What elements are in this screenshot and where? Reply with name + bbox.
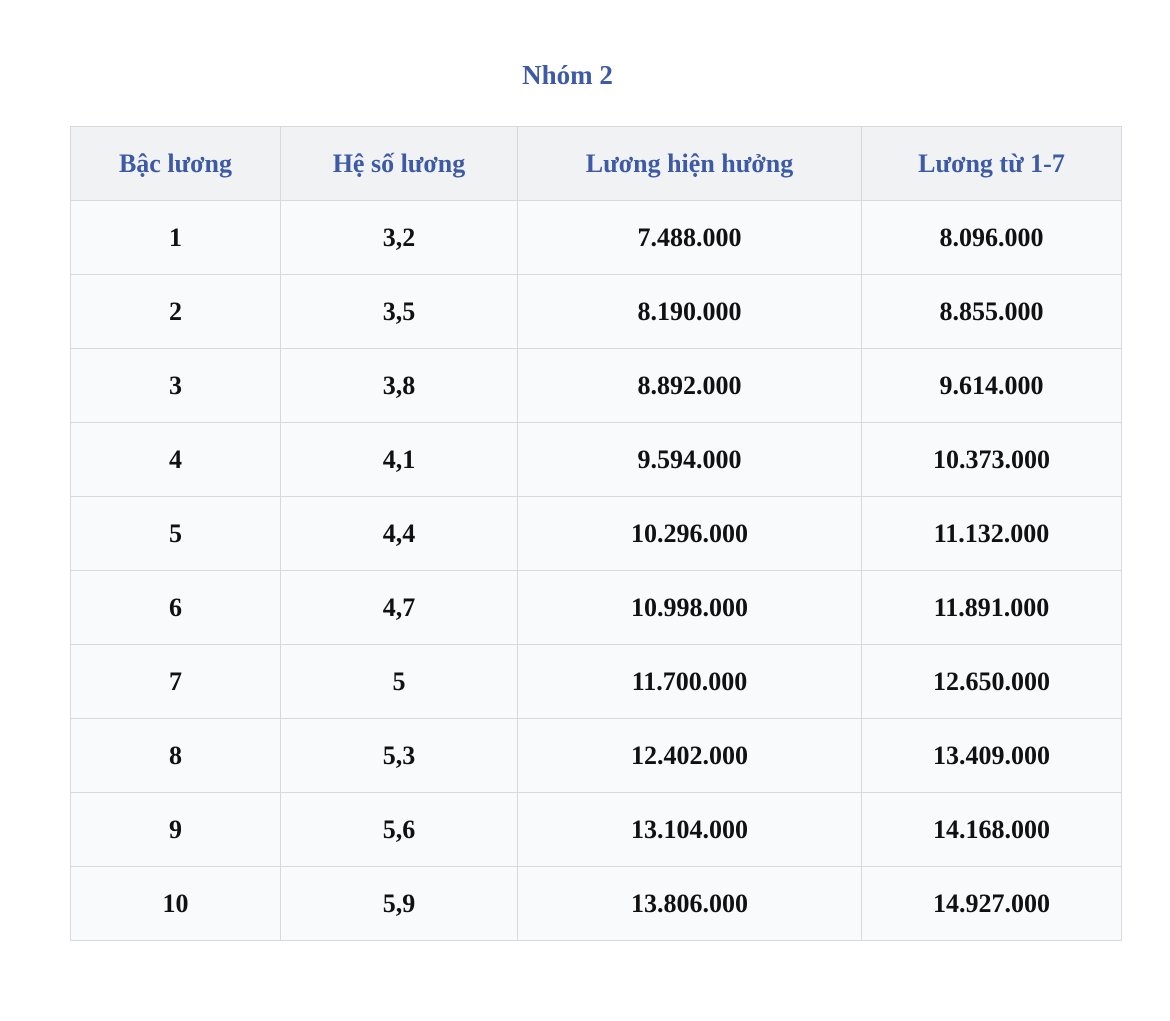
cell-luong-hien-huong: 9.594.000 <box>517 422 862 497</box>
cell-he-so-luong: 3,2 <box>280 200 518 275</box>
cell-bac-luong: 7 <box>70 644 281 719</box>
page-title: Nhóm 2 <box>522 60 613 90</box>
cell-he-so-luong: 3,8 <box>280 348 518 423</box>
cell-bac-luong: 1 <box>70 200 281 275</box>
table-row: 9 5,6 13.104.000 14.168.000 <box>70 792 1122 867</box>
cell-bac-luong: 9 <box>70 792 281 867</box>
table-row: 1 3,2 7.488.000 8.096.000 <box>70 200 1122 275</box>
cell-he-so-luong: 4,4 <box>280 496 518 571</box>
cell-luong-tu-1-7: 14.927.000 <box>861 866 1122 941</box>
cell-luong-tu-1-7: 8.096.000 <box>861 200 1122 275</box>
cell-he-so-luong: 4,1 <box>280 422 518 497</box>
header-bac-luong: Bậc lương <box>70 126 281 201</box>
cell-luong-hien-huong: 13.104.000 <box>517 792 862 867</box>
table-row: 4 4,1 9.594.000 10.373.000 <box>70 422 1122 497</box>
cell-luong-hien-huong: 8.190.000 <box>517 274 862 349</box>
table-row: 6 4,7 10.998.000 11.891.000 <box>70 570 1122 645</box>
cell-luong-tu-1-7: 14.168.000 <box>861 792 1122 867</box>
cell-luong-tu-1-7: 9.614.000 <box>861 348 1122 423</box>
cell-bac-luong: 2 <box>70 274 281 349</box>
cell-he-so-luong: 5,3 <box>280 718 518 793</box>
table-header: Bậc lương Hệ số lương Lương hiện hưởng L… <box>70 126 1122 201</box>
table-row: 2 3,5 8.190.000 8.855.000 <box>70 274 1122 349</box>
cell-luong-hien-huong: 10.998.000 <box>517 570 862 645</box>
table-row: 7 5 11.700.000 12.650.000 <box>70 644 1122 719</box>
cell-luong-tu-1-7: 11.132.000 <box>861 496 1122 571</box>
cell-luong-tu-1-7: 8.855.000 <box>861 274 1122 349</box>
cell-he-so-luong: 3,5 <box>280 274 518 349</box>
table-row: 10 5,9 13.806.000 14.927.000 <box>70 866 1122 941</box>
cell-luong-tu-1-7: 10.373.000 <box>861 422 1122 497</box>
cell-luong-hien-huong: 11.700.000 <box>517 644 862 719</box>
header-luong-hien-huong: Lương hiện hưởng <box>517 126 862 201</box>
cell-bac-luong: 8 <box>70 718 281 793</box>
cell-bac-luong: 5 <box>70 496 281 571</box>
cell-luong-tu-1-7: 12.650.000 <box>861 644 1122 719</box>
cell-luong-hien-huong: 7.488.000 <box>517 200 862 275</box>
cell-luong-tu-1-7: 11.891.000 <box>861 570 1122 645</box>
cell-luong-tu-1-7: 13.409.000 <box>861 718 1122 793</box>
cell-he-so-luong: 5 <box>280 644 518 719</box>
header-he-so-luong: Hệ số lương <box>280 126 518 201</box>
header-luong-tu-1-7: Lương từ 1-7 <box>861 126 1122 201</box>
cell-bac-luong: 3 <box>70 348 281 423</box>
cell-bac-luong: 6 <box>70 570 281 645</box>
cell-bac-luong: 10 <box>70 866 281 941</box>
cell-he-so-luong: 5,9 <box>280 866 518 941</box>
cell-bac-luong: 4 <box>70 422 281 497</box>
table-row: 3 3,8 8.892.000 9.614.000 <box>70 348 1122 423</box>
cell-luong-hien-huong: 12.402.000 <box>517 718 862 793</box>
header-row: Bậc lương Hệ số lương Lương hiện hưởng L… <box>70 126 1122 201</box>
table-row: 5 4,4 10.296.000 11.132.000 <box>70 496 1122 571</box>
cell-he-so-luong: 5,6 <box>280 792 518 867</box>
table-row: 8 5,3 12.402.000 13.409.000 <box>70 718 1122 793</box>
cell-he-so-luong: 4,7 <box>280 570 518 645</box>
cell-luong-hien-huong: 8.892.000 <box>517 348 862 423</box>
cell-luong-hien-huong: 13.806.000 <box>517 866 862 941</box>
cell-luong-hien-huong: 10.296.000 <box>517 496 862 571</box>
salary-table: Bậc lương Hệ số lương Lương hiện hưởng L… <box>70 126 1122 941</box>
table-body: 1 3,2 7.488.000 8.096.000 2 3,5 8.190.000 8.855… <box>70 200 1122 941</box>
